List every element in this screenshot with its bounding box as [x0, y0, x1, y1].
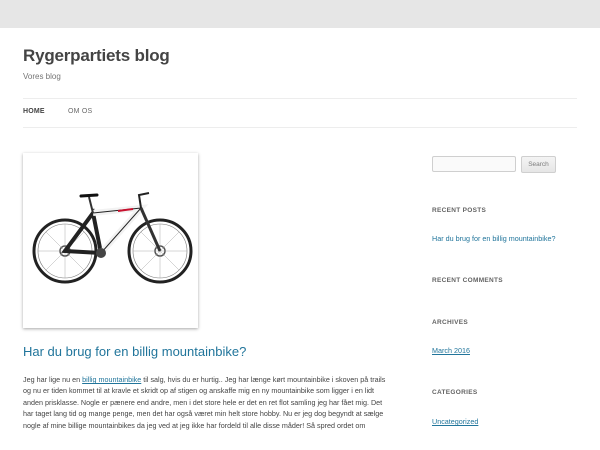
featured-image[interactable]	[23, 153, 198, 328]
post-body: Jeg har lige nu en billig mountainbike t…	[23, 374, 388, 431]
nav-item-om-os[interactable]: OM OS	[68, 108, 92, 115]
page-content: Rygerpartiets blog Vores blog HOME OM OS	[0, 28, 600, 450]
archive-link[interactable]: March 2016	[432, 346, 470, 355]
post-inline-link[interactable]: billig mountainbike	[82, 375, 141, 384]
recent-comments-title: RECENT COMMENTS	[432, 277, 503, 284]
categories-title: CATEGORIES	[432, 389, 478, 396]
nav-item-home[interactable]: HOME	[23, 108, 45, 115]
site-description: Vores blog	[23, 72, 61, 81]
post-title[interactable]: Har du brug for en billig mountainbike?	[23, 344, 246, 359]
recent-post-link[interactable]: Har du brug for en billig mountainbike?	[432, 234, 555, 243]
category-link[interactable]: Uncategorized	[432, 417, 478, 426]
archives-title: ARCHIVES	[432, 319, 468, 326]
mountainbike-image	[32, 192, 193, 284]
recent-posts-title: RECENT POSTS	[432, 207, 487, 214]
search-input[interactable]	[432, 156, 516, 172]
post-body-text: Jeg har lige nu en	[23, 375, 83, 384]
site-title[interactable]: Rygerpartiets blog	[23, 46, 170, 66]
search-button[interactable]: Search	[521, 156, 556, 173]
main-navigation: HOME OM OS	[23, 98, 577, 128]
